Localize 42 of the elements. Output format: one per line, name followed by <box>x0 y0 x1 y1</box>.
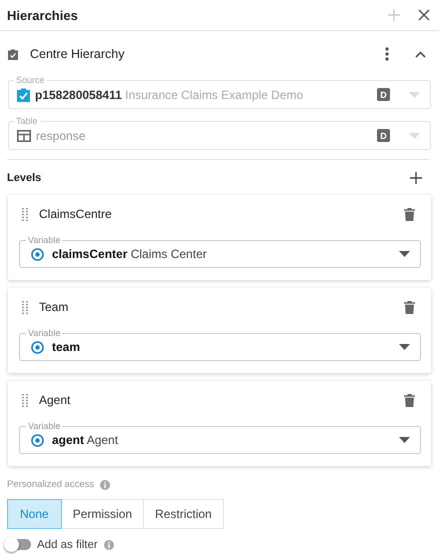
dropdown-caret-icon[interactable] <box>399 437 410 443</box>
field-value: claimsCenter Claims Center <box>52 247 208 261</box>
level-name: Agent <box>39 393 72 407</box>
toggle-label: Add as filter <box>37 538 98 550</box>
delete-icon[interactable] <box>404 208 415 220</box>
more-options-icon[interactable] <box>385 47 389 61</box>
clipboard-icon <box>8 48 18 60</box>
hierarchy-title: Centre Hierarchy <box>30 47 126 61</box>
field-value: team <box>52 340 82 354</box>
variable-type-icon <box>31 248 44 260</box>
dropdown-caret-icon[interactable] <box>399 251 410 257</box>
filter-toggle[interactable] <box>6 539 31 550</box>
field-value: p158280058411 Insurance Claims Example Demo <box>35 88 304 102</box>
level-name: Team <box>39 300 70 314</box>
field-label: Variable <box>26 234 62 246</box>
field-label: Personalized access <box>7 479 94 490</box>
field-label: Variable <box>26 420 62 432</box>
variable-type-icon <box>31 340 44 354</box>
field-label: Source <box>14 74 47 86</box>
field-label: Variable <box>26 327 62 339</box>
data-badge: D <box>377 88 390 101</box>
section-title: Levels <box>7 172 42 184</box>
collapse-icon[interactable] <box>415 50 426 58</box>
drag-handle-icon[interactable] <box>22 394 28 406</box>
variable-type-icon <box>31 434 44 446</box>
panel-title: Hierarchies <box>7 8 79 22</box>
drag-handle-icon[interactable] <box>22 208 28 220</box>
delete-icon[interactable] <box>404 394 415 406</box>
dropdown-caret-icon[interactable] <box>399 344 410 350</box>
delete-icon[interactable] <box>404 300 415 314</box>
add-level-icon[interactable] <box>410 172 422 184</box>
field-label: Table <box>14 115 40 127</box>
close-icon[interactable] <box>418 9 430 21</box>
access-option-button[interactable]: Permission <box>60 499 144 529</box>
data-badge: D <box>377 129 390 142</box>
checked-clipboard-icon <box>17 88 30 102</box>
table-icon <box>17 130 31 142</box>
level-name: ClaimsCentre <box>39 207 113 221</box>
field-value: response <box>36 128 86 142</box>
access-option-button[interactable]: Restriction <box>143 499 224 529</box>
drag-handle-icon[interactable] <box>22 300 28 314</box>
field-value: agent Agent <box>52 433 120 447</box>
